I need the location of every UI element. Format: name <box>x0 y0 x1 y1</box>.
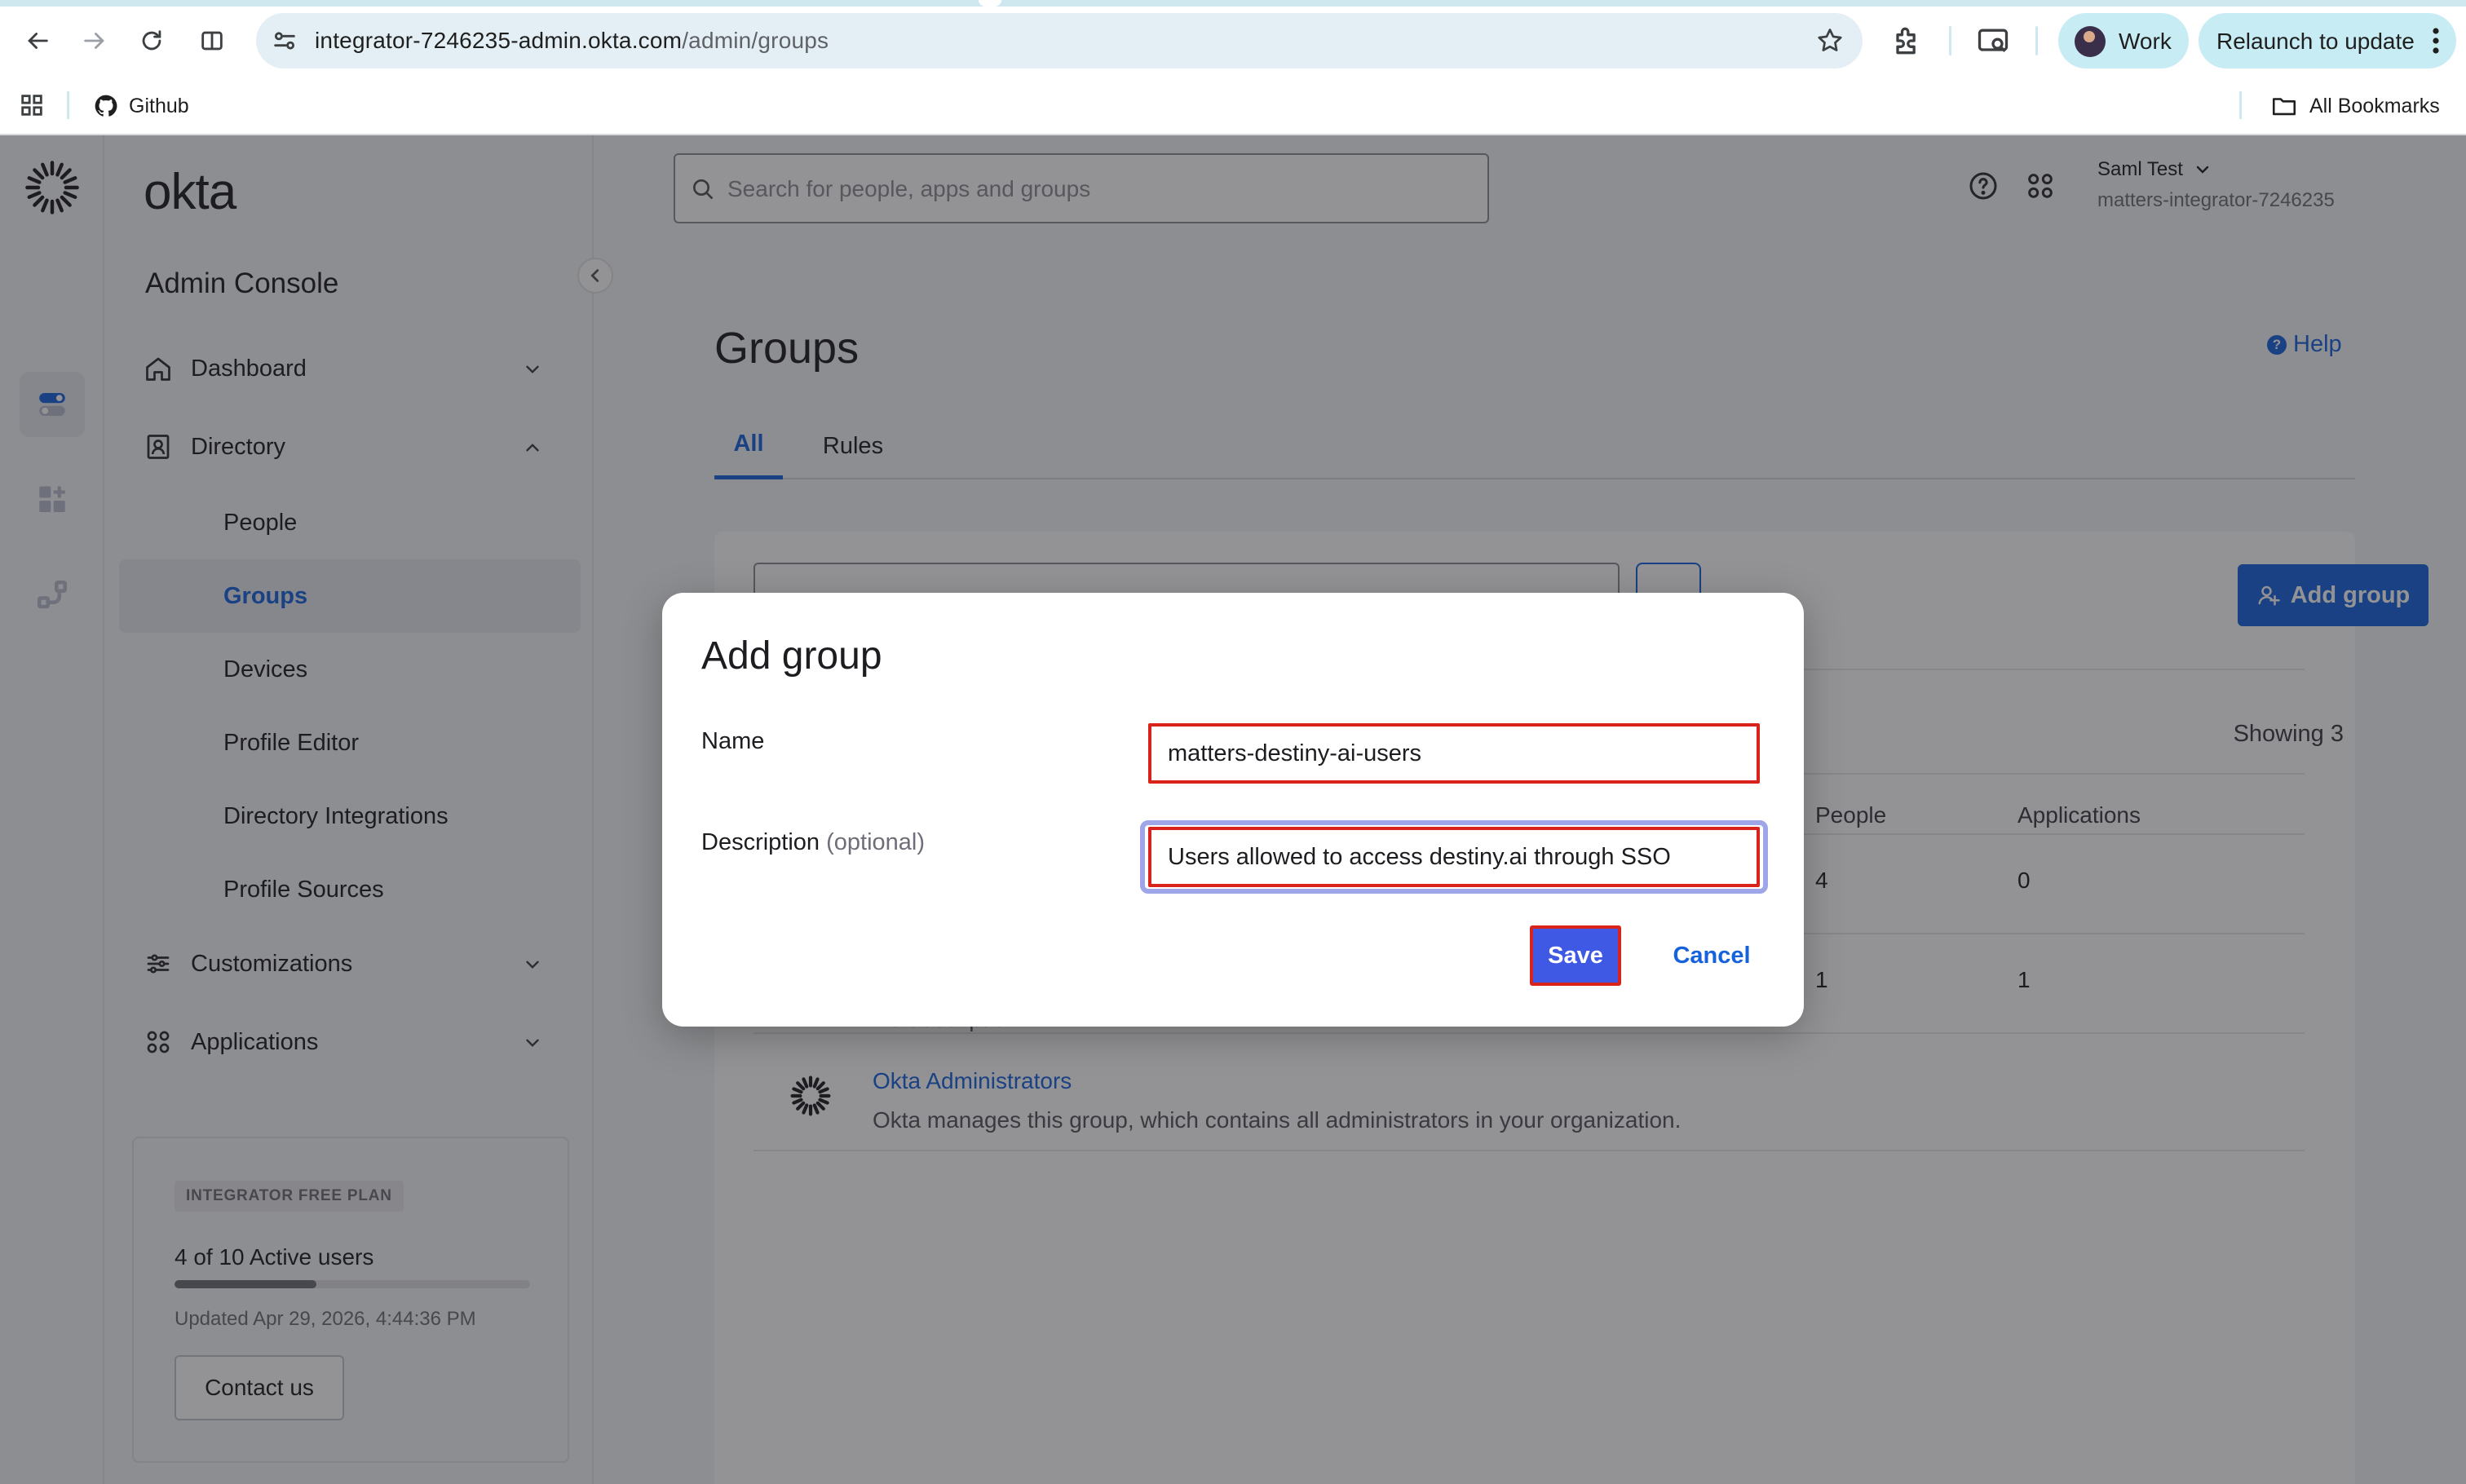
bookmark-github[interactable]: Github <box>93 90 189 122</box>
dialog-title: Add group <box>701 634 882 678</box>
back-icon[interactable] <box>18 21 57 60</box>
url-text: integrator-7246235-admin.okta.com/admin/… <box>315 28 829 53</box>
browser-chrome: integrator-7246235-admin.okta.com/admin/… <box>0 0 2466 135</box>
avatar <box>2075 26 2106 57</box>
search-tab-icon[interactable] <box>1975 23 2011 59</box>
bookmark-star-icon[interactable] <box>1815 26 1845 55</box>
cancel-button[interactable]: Cancel <box>1662 925 1761 986</box>
all-bookmarks-button[interactable]: All Bookmarks <box>2270 90 2440 122</box>
save-button[interactable]: Save <box>1530 925 1621 986</box>
github-icon <box>95 95 117 117</box>
optional-hint: (optional) <box>826 829 926 855</box>
relaunch-button[interactable]: Relaunch to update <box>2199 13 2456 68</box>
more-vert-icon <box>2433 28 2439 54</box>
description-label: Description (optional) <box>701 829 925 856</box>
reload-icon[interactable] <box>132 21 171 60</box>
group-description-input[interactable] <box>1148 827 1760 887</box>
all-bookmarks-label: All Bookmarks <box>2309 94 2440 117</box>
description-label-text: Description <box>701 829 820 855</box>
site-settings-icon[interactable] <box>271 27 298 55</box>
name-label: Name <box>701 728 765 754</box>
relaunch-label: Relaunch to update <box>2216 29 2415 54</box>
profile-label: Work <box>2119 29 2172 54</box>
profile-button[interactable]: Work <box>2058 13 2189 68</box>
extensions-icon[interactable] <box>1889 23 1925 59</box>
bookmark-label: Github <box>129 94 189 117</box>
group-name-input[interactable] <box>1148 723 1760 784</box>
address-bar[interactable]: integrator-7246235-admin.okta.com/admin/… <box>256 13 1863 68</box>
folder-icon <box>2272 98 2296 116</box>
add-group-dialog: Add group Name Description (optional) Sa… <box>662 593 1804 1027</box>
apps-grid-icon[interactable] <box>18 91 46 119</box>
forward-icon[interactable] <box>75 21 114 60</box>
split-view-icon[interactable] <box>192 21 232 60</box>
tab-strip <box>0 0 2466 7</box>
bookmarks-bar: Github All Bookmarks <box>0 82 2466 134</box>
